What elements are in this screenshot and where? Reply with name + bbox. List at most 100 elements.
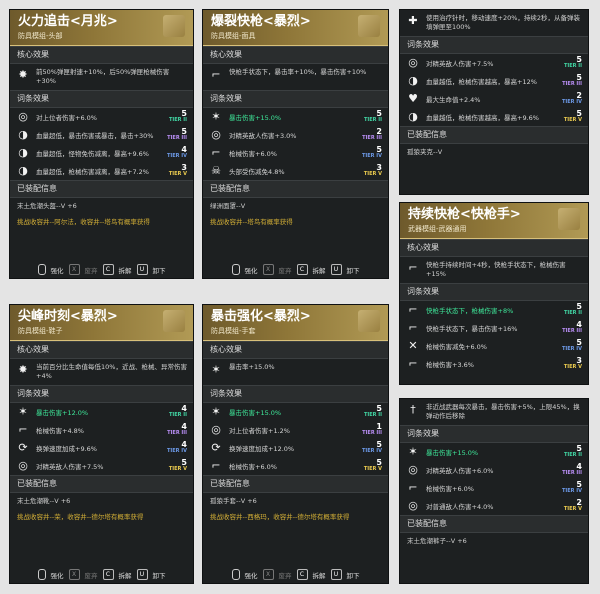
tier-label: TIER II bbox=[364, 117, 382, 123]
affix-text: 暴击伤害+15.0% bbox=[229, 114, 282, 122]
affix-text: 换弹速度加成+12.0% bbox=[229, 445, 295, 453]
dismantle-key[interactable]: C bbox=[296, 264, 308, 275]
affix-row[interactable]: ✶ 暴击伤害+15.0% 5 TIER II bbox=[400, 443, 588, 461]
tier-level: 5 bbox=[376, 109, 382, 118]
affix-row[interactable]: ⌐ 枪械伤害+6.0% 5 TIER V bbox=[203, 457, 388, 475]
discard-label: 废弃 bbox=[84, 266, 98, 275]
core-effect-text: 暴击率+15.0% bbox=[229, 363, 275, 371]
crit-icon: ✶ bbox=[18, 405, 28, 418]
tier-label: TIER V bbox=[363, 466, 382, 472]
core-effect: ✸ 前50%弹匣射速+10%，后50%弹匣枪械伤害+30% bbox=[10, 64, 193, 90]
mod-card[interactable]: ✚ 使用治疗针时，移动速度+20%，持续2秒，从备弹装填弹匣至100% 词条效果 ◎ 对… bbox=[399, 9, 589, 195]
mod-card[interactable]: † 非近战武器每次暴击，暴击伤害+5%，上限45%，换弹动作后移除 词条效果 ✶ 暴击伤… bbox=[399, 398, 589, 584]
affix-row[interactable]: ♥ 最大生命值+2.4% 2 TIER IV bbox=[400, 90, 588, 108]
core-effect-text: 非近战武器每次暴击，暴击伤害+5%，上限45%，换弹动作后移除 bbox=[426, 403, 580, 420]
action-bar: 强化 X 废弃 C 拆解 U 卸下 bbox=[10, 261, 193, 278]
affix-row[interactable]: ☠ 头部受伤减免4.8% 3 TIER V bbox=[203, 162, 388, 180]
acquire-hint: 挑战收容井--阿尔法，收容井--塔鸟有概率获得 bbox=[17, 218, 150, 226]
tier-badge: 4 TIER IV bbox=[161, 441, 187, 455]
affix-section-label: 词条效果 bbox=[10, 385, 193, 403]
affix-row[interactable]: ✶ 暴击伤害+15.0% 5 TIER II bbox=[203, 403, 388, 421]
card-title: 尖峰时刻<暴烈> bbox=[18, 309, 118, 324]
reload-icon: ⟳ bbox=[18, 441, 28, 454]
tier-label: TIER V bbox=[168, 171, 187, 177]
unlock-key[interactable]: U bbox=[330, 569, 342, 580]
affix-text: 枪械伤害+6.0% bbox=[426, 485, 474, 493]
affix-row[interactable]: ⟳ 换弹速度加成+9.6% 4 TIER IV bbox=[10, 439, 193, 457]
tier-label: TIER III bbox=[362, 430, 382, 436]
tier-badge: 5 TIER IV bbox=[356, 146, 382, 160]
dismantle-key[interactable]: C bbox=[102, 569, 114, 580]
discard-key[interactable]: X bbox=[262, 569, 274, 580]
card-title: 暴击强化<暴烈> bbox=[211, 309, 311, 324]
discard-key[interactable]: X bbox=[262, 264, 274, 275]
affix-row[interactable]: ◑ 血量超低，怪物免伤减离，暴高+9.6% 4 TIER IV bbox=[10, 144, 193, 162]
acquire-hint: 挑战收容井--塔鸟有概率获得 bbox=[210, 218, 293, 226]
affix-row[interactable]: ◑ 血量超低，暴击伤害或暴击，暴击+30% 5 TIER III bbox=[10, 126, 193, 144]
mod-card[interactable]: 爆裂快枪<暴烈> 防具模组-面具 核心效果 ⌐ 快枪手状态下，暴击率+10%，暴击伤害+… bbox=[202, 9, 389, 279]
orb-icon: ◑ bbox=[408, 74, 418, 87]
dismantle-label: 拆解 bbox=[312, 266, 326, 275]
orb-icon: ◑ bbox=[408, 110, 418, 123]
tier-level: 4 bbox=[576, 462, 582, 471]
tier-label: TIER II bbox=[564, 310, 582, 316]
unlock-key[interactable]: U bbox=[136, 264, 148, 275]
tier-badge: 5 TIER III bbox=[556, 74, 582, 88]
tier-badge: 5 TIER II bbox=[161, 110, 187, 124]
affix-row[interactable]: ◑ 血量越低，枪械伤害越高，暴高+9.6% 5 TIER V bbox=[400, 108, 588, 126]
affix-row[interactable]: ◎ 对普通敌人伤害+4.0% 2 TIER V bbox=[400, 497, 588, 515]
mod-card[interactable]: 暴击强化<暴烈> 防具模组-手套 核心效果 ✶ 暴击率+15.0% 词条效果 ✶ 暴击伤害+1… bbox=[202, 304, 389, 584]
affix-row[interactable]: ◎ 对精英敌人伤害+7.5% 5 TIER II bbox=[400, 54, 588, 72]
tier-level: 5 bbox=[576, 338, 582, 347]
core-effect: ⌐ 快枪手状态下，暴击率+10%，暴击伤害+10% bbox=[203, 64, 388, 90]
affix-text: 血量超低，怪物免伤减离，暴高+9.6% bbox=[36, 150, 149, 158]
unlock-key[interactable]: U bbox=[136, 569, 148, 580]
affix-row[interactable]: ✶ 暴击伤害+12.0% 4 TIER II bbox=[10, 403, 193, 421]
tier-level: 4 bbox=[181, 145, 187, 154]
affix-row[interactable]: ⟳ 换弹速度加成+12.0% 5 TIER IV bbox=[203, 439, 388, 457]
affix-row[interactable]: ◎ 对精英敌人伤害+3.0% 2 TIER III bbox=[203, 126, 388, 144]
affix-section-label: 词条效果 bbox=[203, 90, 388, 108]
affix-row[interactable]: ◎ 对上位者伤害+6.0% 5 TIER II bbox=[10, 108, 193, 126]
affix-row[interactable]: ✕ 枪械伤害减免+6.0% 5 TIER IV bbox=[400, 337, 588, 355]
affix-row[interactable]: ◎ 对上位者伤害+1.2% 1 TIER III bbox=[203, 421, 388, 439]
affix-row[interactable]: ⌐ 枪械伤害+3.6% 3 TIER V bbox=[400, 355, 588, 373]
card-header: 暴击强化<暴烈> 防具模组-手套 bbox=[203, 305, 388, 341]
discard-key[interactable]: X bbox=[68, 264, 80, 275]
tier-label: TIER III bbox=[167, 430, 187, 436]
tier-level: 5 bbox=[576, 109, 582, 118]
tier-level: 3 bbox=[376, 163, 382, 172]
discard-label: 废弃 bbox=[278, 571, 292, 580]
tier-badge: 1 TIER III bbox=[356, 423, 382, 437]
dismantle-key[interactable]: C bbox=[296, 569, 308, 580]
mod-emblem-icon bbox=[163, 310, 185, 332]
affix-row[interactable]: ⌐ 快枪手状态下，暴击伤害+16% 4 TIER III bbox=[400, 319, 588, 337]
unequip-label: 卸下 bbox=[346, 571, 360, 580]
tier-badge: 5 TIER II bbox=[556, 445, 582, 459]
dismantle-key[interactable]: C bbox=[102, 264, 114, 275]
affix-row[interactable]: ⌐ 枪械伤害+6.0% 5 TIER IV bbox=[400, 479, 588, 497]
affix-row[interactable]: ⌐ 枪械伤害+4.8% 4 TIER III bbox=[10, 421, 193, 439]
target-icon: ◎ bbox=[408, 499, 418, 512]
tier-level: 5 bbox=[576, 302, 582, 311]
tier-badge: 4 TIER III bbox=[556, 321, 582, 335]
mod-card[interactable]: 持续快枪<快枪手> 武器模组-武器通用 核心效果 ⌐ 快枪手持续时间+4秒，快枪手状态下… bbox=[399, 202, 589, 385]
core-effect-text: 使用治疗针时，移动速度+20%，持续2秒，从备弹装填弹匣至100% bbox=[426, 14, 581, 31]
affix-row[interactable]: ◑ 血量越低，枪械伤害越高，暴高+12% 5 TIER III bbox=[400, 72, 588, 90]
tier-label: TIER II bbox=[169, 412, 187, 418]
affix-row[interactable]: ⌐ 快枪手状态下，枪械伤害+8% 5 TIER II bbox=[400, 301, 588, 319]
affix-row[interactable]: ◎ 对精英敌人伤害+7.5% 5 TIER V bbox=[10, 457, 193, 475]
affix-text: 换弹速度加成+9.6% bbox=[36, 445, 97, 453]
affix-text: 对上位者伤害+6.0% bbox=[36, 114, 97, 122]
tier-level: 5 bbox=[576, 480, 582, 489]
affix-row[interactable]: ✶ 暴击伤害+15.0% 5 TIER II bbox=[203, 108, 388, 126]
affix-row[interactable]: ◑ 血量超低，枪械伤害减离，暴高+7.2% 3 TIER V bbox=[10, 162, 193, 180]
discard-key[interactable]: X bbox=[68, 569, 80, 580]
affix-row[interactable]: ⌐ 枪械伤害+6.0% 5 TIER IV bbox=[203, 144, 388, 162]
mod-card[interactable]: 尖峰时刻<暴烈> 防具模组-鞋子 核心效果 ✸ 当前百分比生命值每低10%，近战、枪械、… bbox=[9, 304, 194, 584]
mod-card[interactable]: 火力追击<月兆> 防具模组-头部 核心效果 ✸ 前50%弹匣射速+10%，后50%弹匣枪… bbox=[9, 9, 194, 279]
affix-row[interactable]: ◎ 对精英敌人伤害+6.0% 4 TIER III bbox=[400, 461, 588, 479]
enhance-label: 强化 bbox=[50, 266, 64, 275]
unlock-key[interactable]: U bbox=[330, 264, 342, 275]
affix-text: 对上位者伤害+1.2% bbox=[229, 427, 290, 435]
